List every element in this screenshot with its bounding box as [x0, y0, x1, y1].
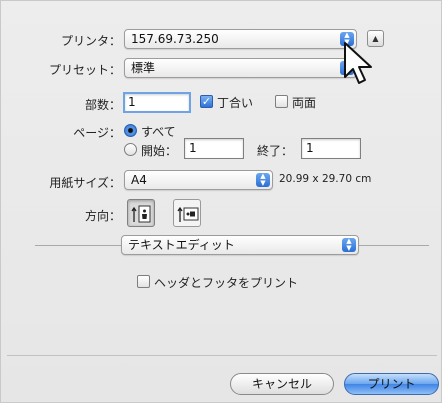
orientation-landscape-button[interactable] — [173, 199, 201, 227]
panel-value: テキストエディット — [128, 238, 235, 252]
pages-label: ページ： — [73, 126, 121, 140]
pages-to-label: 終了： — [257, 144, 294, 158]
paper-size-popup[interactable]: A4 ▲ ▼ — [124, 170, 273, 190]
copies-field[interactable]: 1 — [123, 92, 191, 113]
pages-to-field[interactable]: 1 — [301, 138, 361, 159]
printer-label: プリンタ： — [60, 34, 121, 48]
landscape-orientation-icon — [177, 206, 199, 222]
header-footer-checkbox[interactable] — [137, 275, 150, 288]
orientation-portrait-button[interactable] — [127, 199, 155, 227]
popup-arrows-icon: ▲▼ — [256, 173, 270, 187]
print-dialog: プリンタ： 157.69.73.250 ▲▼ ▲ プリセット： 標準 ▲▼ 部数… — [0, 0, 442, 403]
orientation-label: 方向： — [84, 209, 121, 223]
preset-value: 標準 — [131, 61, 156, 75]
paper-dimensions: 20.99 x 29.70 cm — [279, 173, 372, 185]
preset-label: プリセット： — [48, 63, 121, 77]
printer-value: 157.69.73.250 — [131, 32, 219, 46]
copies-label: 部数： — [84, 98, 121, 112]
collate-checkbox[interactable]: ✓ — [200, 95, 213, 108]
mouse-pointer-icon — [344, 42, 372, 84]
bottom-separator — [7, 355, 437, 356]
portrait-orientation-icon — [131, 205, 151, 223]
collate-label: 丁合い — [217, 96, 254, 110]
popup-arrows-icon: ▲▼ — [342, 238, 356, 252]
header-footer-label: ヘッダとフッタをプリント — [154, 276, 299, 290]
printer-popup[interactable]: 157.69.73.250 ▲ ▼ — [124, 29, 357, 49]
pages-from-label: 開始： — [141, 144, 178, 158]
duplex-label: 両面 — [292, 96, 317, 110]
pages-from-field[interactable]: 1 — [184, 138, 244, 159]
paper-size-value: A4 — [131, 173, 147, 187]
separator-right — [359, 245, 429, 246]
panel-popup[interactable]: テキストエディット ▲ ▼ — [121, 235, 359, 255]
pages-all-label: すべて — [141, 125, 176, 139]
pages-range-radio[interactable] — [124, 143, 137, 156]
cancel-button[interactable]: キャンセル — [230, 373, 334, 395]
pages-all-radio[interactable] — [124, 124, 137, 137]
paper-size-label: 用紙サイズ： — [49, 176, 121, 190]
duplex-checkbox[interactable] — [275, 95, 288, 108]
separator-left — [35, 245, 121, 246]
print-button[interactable]: プリント — [344, 373, 439, 395]
preset-popup[interactable]: 標準 ▲▼ — [124, 58, 357, 78]
